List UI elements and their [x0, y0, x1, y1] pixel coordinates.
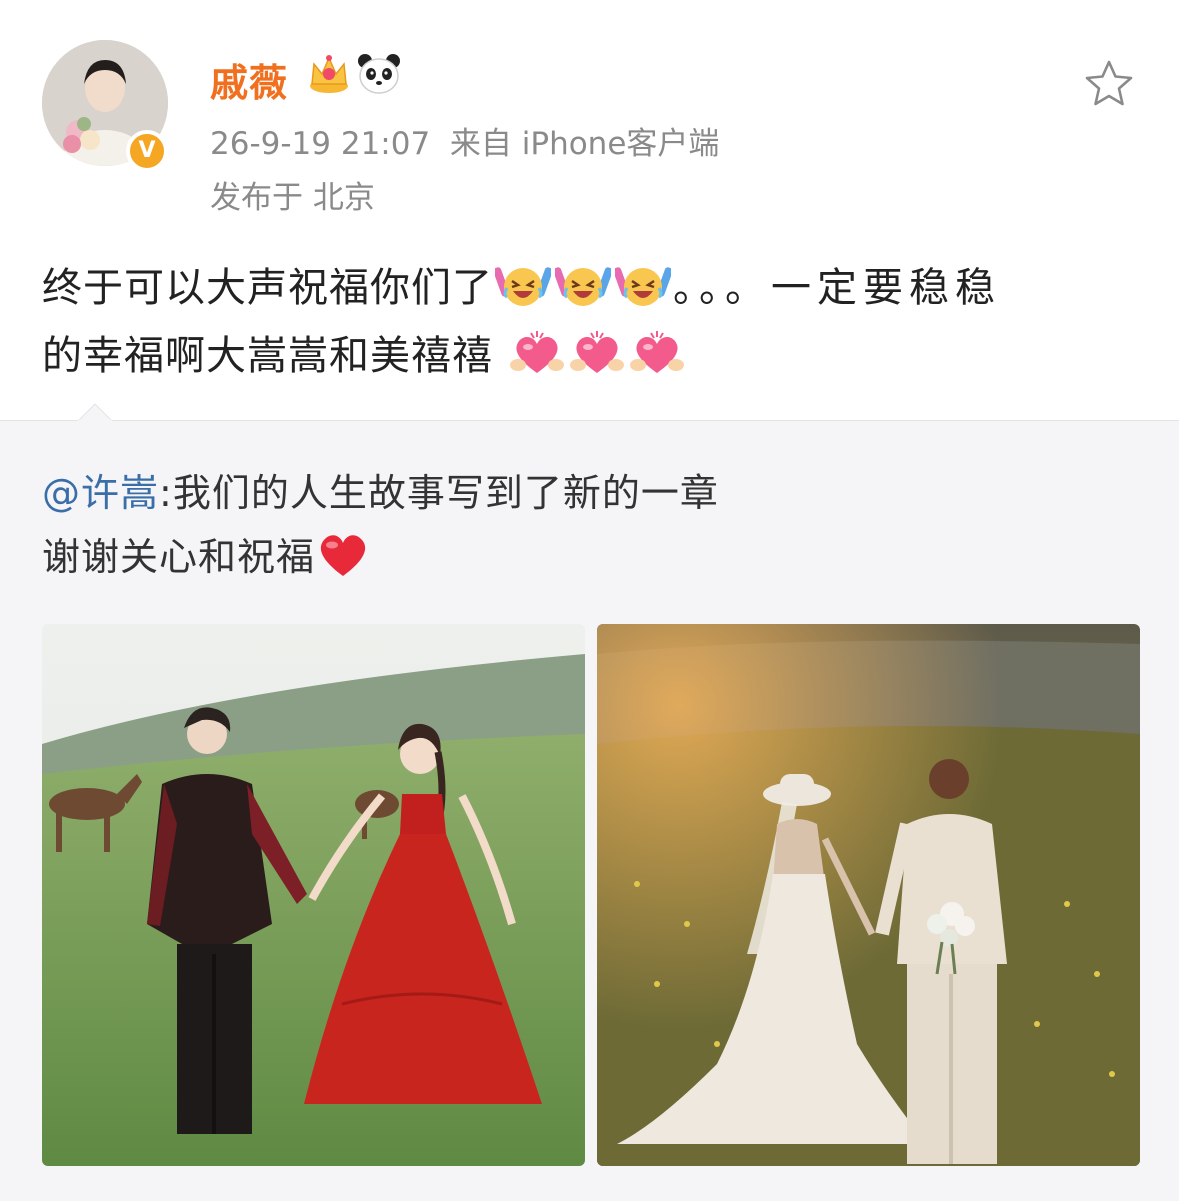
post-source[interactable]: 来自 iPhone客户端 — [450, 126, 720, 162]
couple-sunset-photo[interactable] — [597, 624, 1140, 1166]
author-name[interactable]: 戚薇 — [210, 52, 288, 107]
post-text-part: 的幸福啊大嵩嵩和美禧禧 — [42, 333, 493, 379]
red-heart-emoji — [320, 535, 366, 576]
post-timestamp: 26-9-19 21:07 — [210, 126, 431, 162]
crown-icon — [310, 55, 348, 93]
post-text-part: 。。。一定要稳稳 — [673, 265, 1001, 311]
heart-hands-emoji — [629, 331, 684, 373]
laughing-cry-emoji — [495, 267, 551, 306]
favorite-star-icon[interactable] — [1083, 58, 1135, 110]
post-meta: 26-9-19 21:07 来自 iPhone客户端 — [210, 118, 719, 163]
post-text-part: 终于可以大声祝福你们了 — [42, 265, 493, 311]
heart-hands-emoji — [569, 331, 624, 373]
laughing-cry-emoji — [555, 267, 611, 306]
panda-icon — [358, 54, 400, 94]
reposted-content[interactable]: @许嵩:我们的人生故事写到了新的一章 谢谢关心和祝福 — [0, 403, 1179, 1201]
post-location: 发布于 北京 — [210, 180, 375, 216]
verified-badge: V — [126, 130, 168, 172]
repost-text-part: :我们的人生故事写到了新的一章 — [159, 471, 719, 515]
avatar[interactable]: V — [42, 40, 168, 172]
post-header: V 戚薇 26-9-19 21:07 来自 iPhone客户端 发布于 北京 终… — [0, 0, 1179, 420]
mention-link[interactable]: @许嵩 — [42, 471, 159, 515]
repost-text-part: 谢谢关心和祝福 — [42, 535, 316, 579]
repost-pointer — [78, 403, 112, 421]
laughing-cry-emoji — [615, 267, 671, 306]
couple-meadow-photo[interactable] — [42, 624, 585, 1166]
repost-body: @许嵩:我们的人生故事写到了新的一章 谢谢关心和祝福 — [42, 461, 1132, 589]
post-body: 终于可以大声祝福你们了 。。。一定要稳稳 的幸福啊大嵩嵩和美禧禧 — [42, 254, 1132, 390]
heart-hands-emoji — [509, 331, 564, 373]
